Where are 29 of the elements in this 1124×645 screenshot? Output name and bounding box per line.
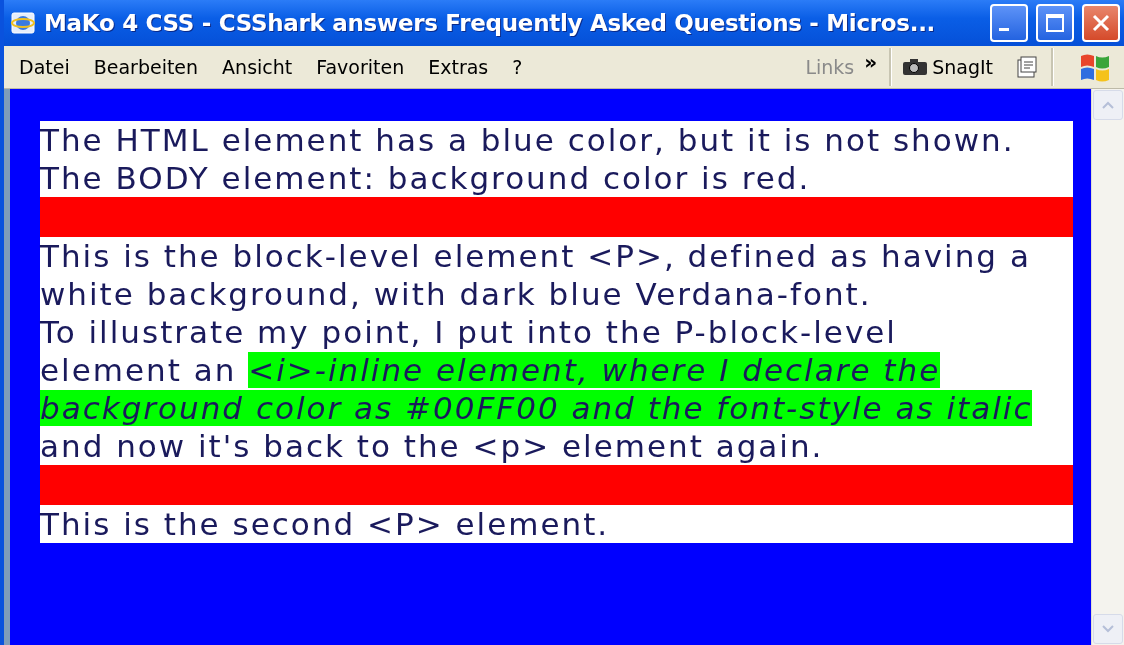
menu-item[interactable]: Bearbeiten — [84, 46, 208, 88]
menu-item[interactable]: Ansicht — [213, 46, 302, 88]
maximize-icon — [1045, 13, 1065, 33]
menu-item[interactable]: ? — [503, 46, 532, 88]
maximize-button[interactable] — [1036, 4, 1074, 42]
document-icon — [1015, 55, 1039, 79]
text-line: element an <i>-inline element, where I declare the — [40, 351, 942, 389]
scrollbar[interactable] — [1091, 89, 1124, 645]
camera-icon — [902, 58, 929, 76]
text-line: This is the block-level element <P>, defined as having a — [40, 237, 1032, 275]
menu-item[interactable]: Extras — [419, 46, 498, 88]
text-line: To illustrate my point, I put into the P-block-level — [40, 313, 898, 351]
text-line: white background, with dark blue Verdana-font. — [40, 275, 873, 313]
scroll-up-button[interactable] — [1093, 90, 1123, 120]
browser-icon — [10, 10, 36, 36]
text-line: and now it's back to the <p> element again. — [40, 427, 825, 465]
menu-item[interactable]: Favoriten — [307, 46, 414, 88]
minimize-icon — [999, 27, 1009, 31]
text-line: This is the second <P> element. — [40, 505, 611, 543]
snagit-button[interactable]: SnagIt — [892, 46, 1003, 88]
text-line: The BODY element: background color is red. — [40, 159, 812, 197]
text-line: The HTML element has a blue color, but it is not shown. — [40, 121, 1016, 159]
menu-item[interactable]: Datei — [10, 46, 79, 88]
close-button[interactable] — [1082, 4, 1120, 42]
window-title: MaKo 4 CSS - CSShark answers Frequently Asked Questions - Micros... — [44, 10, 936, 36]
close-icon — [1091, 13, 1111, 33]
minimize-button[interactable] — [990, 4, 1028, 42]
scroll-down-button[interactable] — [1093, 614, 1123, 644]
more-links-button[interactable]: » — [858, 46, 890, 88]
